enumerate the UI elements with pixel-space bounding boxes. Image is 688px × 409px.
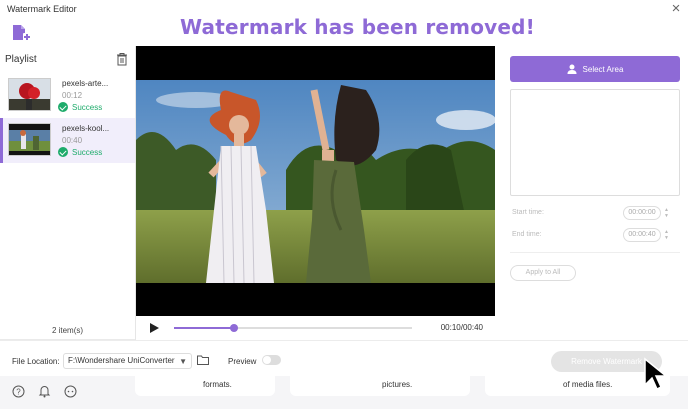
video-preview[interactable] — [136, 46, 495, 316]
success-banner: Watermark has been removed! — [180, 15, 535, 39]
start-time-input[interactable]: 00:00:00 — [623, 206, 661, 220]
playlist-item[interactable]: pexels-arte... 00:12 Success — [0, 73, 135, 118]
item-duration: 00:12 — [62, 91, 83, 100]
trash-icon[interactable] — [116, 52, 128, 66]
item-name: pexels-arte... — [62, 79, 109, 88]
folder-icon[interactable] — [197, 355, 209, 365]
start-time-label: Start time: — [512, 209, 544, 216]
preview-label: Preview — [228, 357, 257, 366]
item-status: Success — [58, 102, 102, 112]
end-time-input[interactable]: 00:00:40 — [623, 228, 661, 242]
preview-toggle[interactable] — [262, 355, 281, 365]
bell-icon[interactable] — [38, 385, 51, 398]
apply-to-all-button[interactable]: Apply to All — [510, 265, 576, 281]
add-file-icon[interactable] — [11, 24, 31, 42]
chevron-down-icon: ▼ — [179, 357, 187, 366]
playlist-title: Playlist — [5, 54, 37, 65]
playlist-item[interactable]: pexels-kool... 00:40 Success — [0, 118, 135, 163]
background-text: formats. — [203, 380, 232, 389]
help-icon[interactable]: ? — [12, 385, 25, 398]
start-time-stepper[interactable]: ▲ ▼ — [664, 207, 670, 219]
video-frame — [136, 80, 495, 283]
item-name: pexels-kool... — [62, 124, 110, 133]
time-readout: 00:10/00:40 — [440, 323, 483, 332]
progress-slider[interactable] — [174, 324, 412, 332]
feedback-icon[interactable] — [64, 385, 77, 398]
file-location-value: F:\Wondershare UniConverter — [68, 356, 175, 365]
selection-list — [510, 89, 680, 196]
end-time-label: End time: — [512, 231, 542, 238]
item-count: 2 item(s) — [51, 326, 84, 335]
background-text: pictures. — [382, 380, 413, 389]
svg-text:?: ? — [16, 388, 21, 397]
item-status: Success — [58, 147, 102, 157]
player-controls: 00:10/00:40 — [136, 316, 495, 340]
background-text: of media files. — [563, 380, 613, 389]
success-check-icon — [58, 147, 68, 157]
video-thumbnail — [8, 123, 51, 156]
background-card — [290, 376, 470, 396]
status-label: Success — [72, 147, 103, 157]
item-duration: 00:40 — [62, 136, 83, 145]
progress-knob[interactable] — [229, 324, 238, 332]
success-check-icon — [58, 102, 68, 112]
window-title: Watermark Editor — [7, 4, 77, 14]
close-icon[interactable]: × — [668, 0, 684, 18]
file-location-select[interactable]: F:\Wondershare UniConverter ▼ — [63, 353, 192, 369]
divider — [0, 340, 688, 341]
divider — [510, 252, 680, 253]
mouse-cursor-icon — [644, 357, 669, 391]
select-area-button[interactable]: Select Area — [510, 56, 680, 82]
video-thumbnail — [8, 78, 51, 111]
file-location-label: File Location: — [12, 357, 60, 366]
end-time-stepper[interactable]: ▲ ▼ — [664, 229, 670, 241]
select-area-label: Select Area — [582, 64, 624, 74]
status-label: Success — [72, 102, 103, 112]
play-icon[interactable] — [150, 323, 159, 333]
progress-fill — [174, 327, 234, 329]
user-icon — [567, 64, 577, 74]
